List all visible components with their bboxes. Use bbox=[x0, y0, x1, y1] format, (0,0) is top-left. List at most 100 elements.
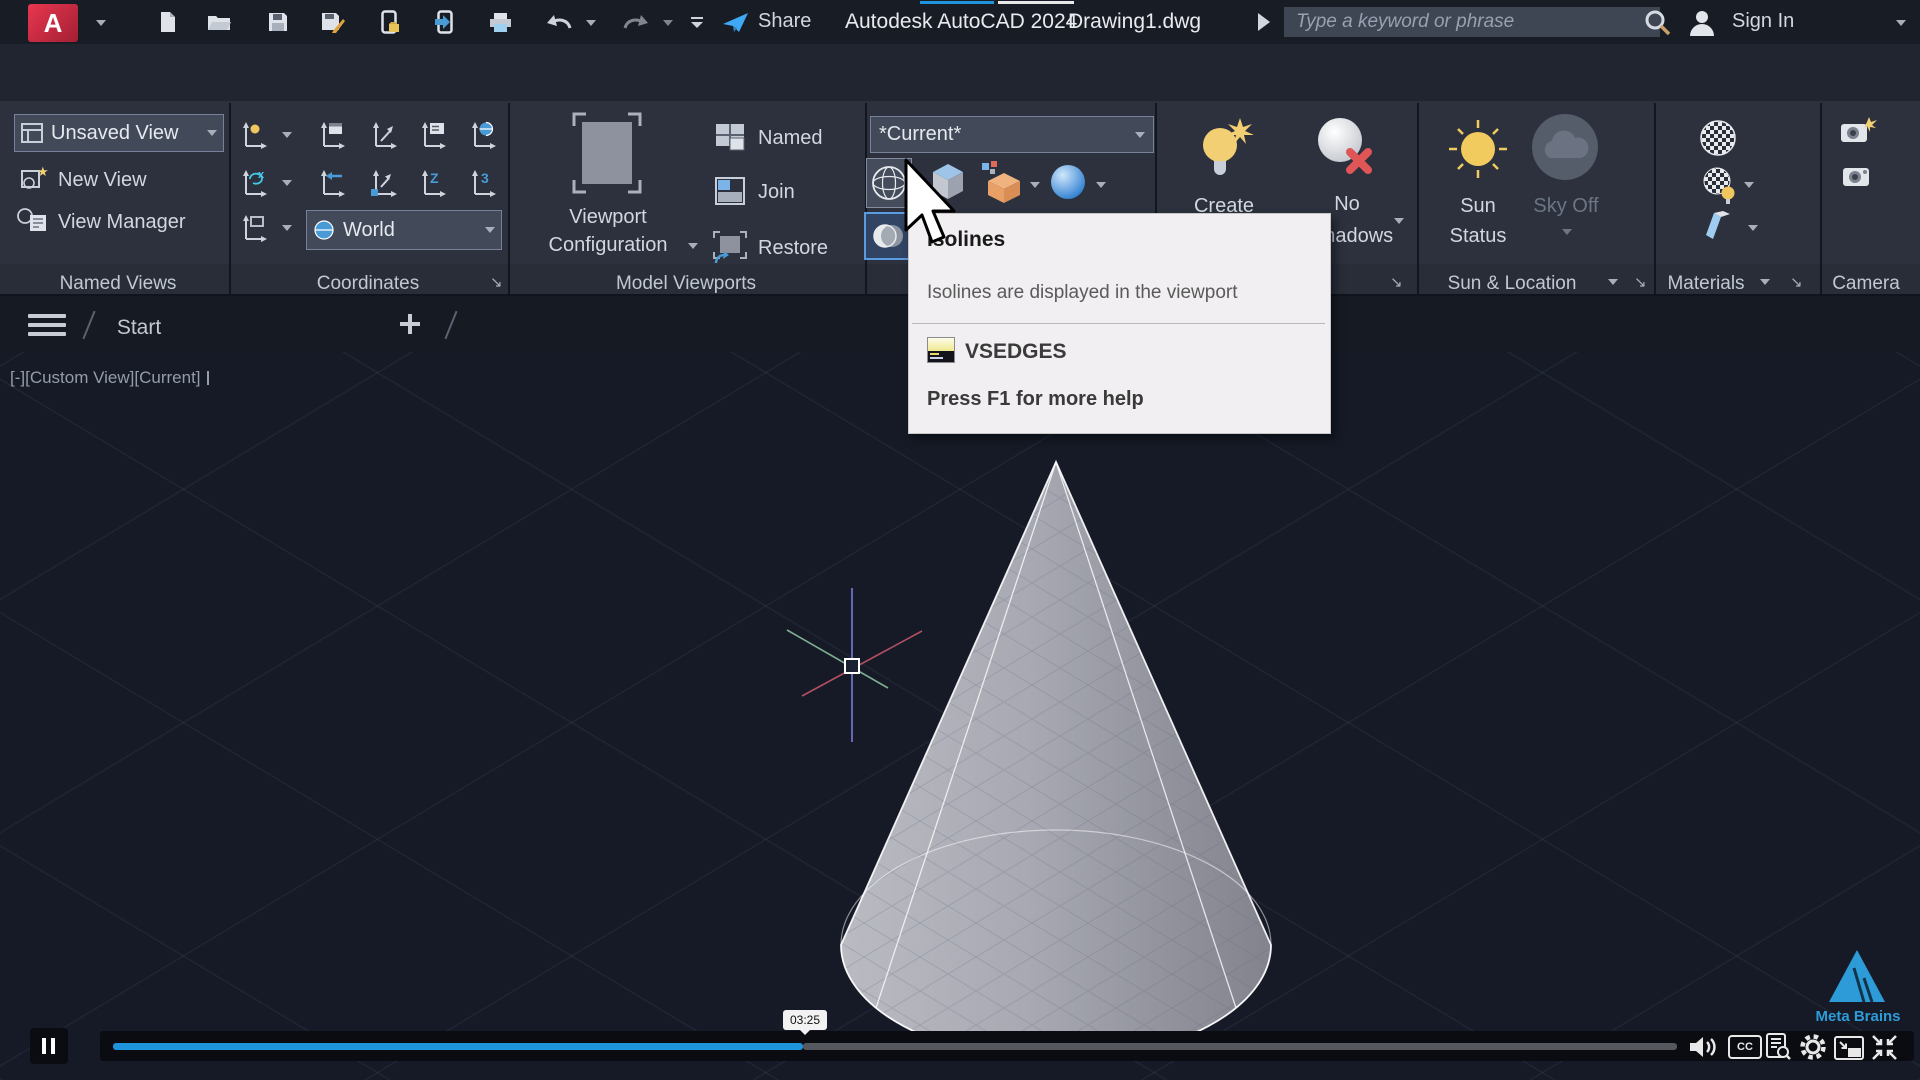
redo-icon[interactable] bbox=[623, 13, 649, 31]
redo-caret-icon[interactable] bbox=[663, 20, 673, 26]
viewport-config-label-2[interactable]: Configuration bbox=[549, 234, 668, 257]
materials-caret-icon[interactable] bbox=[1760, 279, 1770, 285]
coordinates-expander-icon[interactable]: ↘ bbox=[490, 275, 503, 290]
visual-style-dropdown-value: *Current* bbox=[871, 123, 1135, 146]
ucs-dropdown[interactable]: World bbox=[306, 210, 502, 250]
crosshair-cursor bbox=[770, 580, 940, 750]
material-attach-icon[interactable] bbox=[1700, 165, 1740, 205]
viewport-config-caret-icon[interactable] bbox=[688, 243, 698, 249]
share-icon[interactable] bbox=[722, 11, 750, 34]
new-file-icon[interactable] bbox=[159, 11, 177, 33]
doc-switch-arrow-icon[interactable] bbox=[1258, 13, 1270, 31]
save-icon[interactable] bbox=[268, 12, 288, 32]
search-input[interactable] bbox=[1284, 7, 1660, 37]
ucs-dialog-icon[interactable] bbox=[316, 120, 346, 150]
sign-in-button[interactable]: Sign In bbox=[1732, 10, 1794, 33]
restore-viewports-icon bbox=[712, 230, 748, 264]
closed-captions-icon[interactable]: CC bbox=[1728, 1035, 1762, 1059]
restore-viewports-button[interactable]: Restore bbox=[758, 237, 828, 260]
join-viewports-button[interactable]: Join bbox=[758, 181, 795, 204]
progress-bar-track[interactable] bbox=[803, 1043, 1677, 1050]
svg-text:★: ★ bbox=[37, 165, 48, 179]
ucs-object-caret-icon[interactable] bbox=[282, 225, 292, 231]
ucs-z-axis-icon[interactable]: Z bbox=[417, 168, 447, 198]
exit-fullscreen-icon[interactable] bbox=[1871, 1034, 1898, 1061]
panel-divider bbox=[508, 103, 510, 294]
visual-style-dropdown[interactable]: *Current* bbox=[870, 116, 1154, 153]
ucs-light-caret-icon[interactable] bbox=[282, 132, 292, 138]
sky-off-button[interactable]: Sky Off bbox=[1533, 195, 1598, 218]
user-avatar-icon[interactable] bbox=[1688, 8, 1716, 36]
planar-mapping-caret-icon[interactable] bbox=[1748, 225, 1758, 231]
app-menu-caret-icon[interactable] bbox=[96, 20, 106, 26]
share-button[interactable]: Share bbox=[758, 10, 811, 33]
new-view-button[interactable]: New View bbox=[58, 169, 147, 192]
ucs-world-icon[interactable] bbox=[467, 120, 497, 150]
sky-off-caret-icon[interactable] bbox=[1562, 229, 1572, 235]
ucs-object-icon[interactable] bbox=[238, 213, 268, 243]
cone-3d-solid[interactable] bbox=[780, 430, 1332, 1080]
ribbon-tab-row: Home Solid Surface Mesh Visualize Parame… bbox=[0, 44, 1920, 101]
realistic-style-icon[interactable] bbox=[1048, 162, 1088, 202]
view-dropdown[interactable]: Unsaved View bbox=[14, 114, 224, 152]
shadows-caret-icon[interactable] bbox=[1394, 218, 1404, 224]
new-tab-plus-icon[interactable] bbox=[400, 314, 420, 334]
undo-caret-icon[interactable] bbox=[586, 20, 596, 26]
material-browser-icon[interactable] bbox=[1698, 118, 1738, 158]
picture-in-picture-icon[interactable] bbox=[1834, 1036, 1864, 1060]
panel-label-sun-location: Sun & Location bbox=[1448, 273, 1577, 295]
save-as-icon[interactable] bbox=[321, 12, 345, 33]
material-attach-caret-icon[interactable] bbox=[1744, 182, 1754, 188]
progress-bar-filled[interactable] bbox=[113, 1043, 803, 1050]
plot-icon[interactable] bbox=[489, 12, 512, 33]
view-manager-button[interactable]: View Manager bbox=[58, 211, 185, 234]
drawing-canvas[interactable]: [-][Custom View][Current] bbox=[0, 352, 1920, 1080]
customize-quick-access-icon[interactable] bbox=[690, 16, 704, 29]
transcript-icon[interactable] bbox=[1764, 1033, 1792, 1061]
ucs-3-icon[interactable]: 3 bbox=[467, 168, 497, 198]
ucs-rotate-x-icon[interactable]: x bbox=[238, 168, 268, 198]
panel-divider bbox=[229, 103, 231, 294]
panel-label-model-viewports: Model Viewports bbox=[616, 273, 756, 295]
settings-gear-icon[interactable] bbox=[1799, 1033, 1827, 1061]
search-icon[interactable] bbox=[1644, 9, 1671, 36]
conceptual-style-icon[interactable] bbox=[978, 161, 1022, 203]
pause-button[interactable] bbox=[30, 1028, 68, 1064]
sun-status-label-2[interactable]: Status bbox=[1450, 225, 1507, 248]
volume-icon[interactable] bbox=[1688, 1034, 1720, 1060]
tab-start[interactable]: Start bbox=[117, 316, 161, 340]
sign-in-caret-icon[interactable] bbox=[1896, 20, 1906, 26]
ucs-light-icon[interactable] bbox=[238, 120, 268, 150]
named-viewports-button[interactable]: Named bbox=[758, 127, 822, 150]
open-file-icon[interactable] bbox=[207, 13, 231, 32]
panel-divider bbox=[1820, 103, 1822, 294]
command-line-icon bbox=[927, 337, 955, 363]
ucs-origin-icon[interactable] bbox=[368, 168, 398, 198]
viewport-config-label-1[interactable]: Viewport bbox=[569, 206, 646, 229]
tooltip-description: Isolines are displayed in the viewport bbox=[927, 282, 1238, 304]
sun-location-caret-icon[interactable] bbox=[1608, 279, 1618, 285]
open-from-mobile-icon[interactable] bbox=[381, 10, 400, 35]
ucs-rotate-caret-icon[interactable] bbox=[282, 180, 292, 186]
sun-location-expander-icon[interactable]: ↘ bbox=[1634, 275, 1647, 290]
panel-label-named-views: Named Views bbox=[60, 273, 177, 295]
materials-expander-icon[interactable]: ↘ bbox=[1790, 275, 1803, 290]
svg-text:3: 3 bbox=[481, 170, 489, 186]
ucs-named-icon[interactable] bbox=[417, 120, 447, 150]
create-camera-icon[interactable] bbox=[1840, 116, 1878, 148]
ucs-previous-icon[interactable] bbox=[316, 168, 346, 198]
new-view-icon: ★ bbox=[20, 165, 48, 193]
show-cameras-icon[interactable] bbox=[1842, 164, 1874, 190]
save-to-mobile-icon[interactable] bbox=[435, 10, 454, 35]
undo-icon[interactable] bbox=[546, 13, 572, 31]
planar-mapping-icon[interactable] bbox=[1702, 211, 1734, 239]
lights-expander-icon[interactable]: ↘ bbox=[1390, 275, 1403, 290]
sun-status-label-1[interactable]: Sun bbox=[1460, 195, 1496, 218]
conceptual-style-caret-icon[interactable] bbox=[1030, 182, 1040, 188]
realistic-style-caret-icon[interactable] bbox=[1096, 182, 1106, 188]
shadows-label-1[interactable]: No bbox=[1334, 193, 1360, 216]
tab-separator bbox=[82, 311, 95, 340]
ucs-3point-icon[interactable] bbox=[368, 120, 398, 150]
autocad-logo-icon[interactable]: A bbox=[28, 4, 78, 42]
viewport-controls-label[interactable]: [-][Custom View][Current] bbox=[10, 368, 209, 388]
